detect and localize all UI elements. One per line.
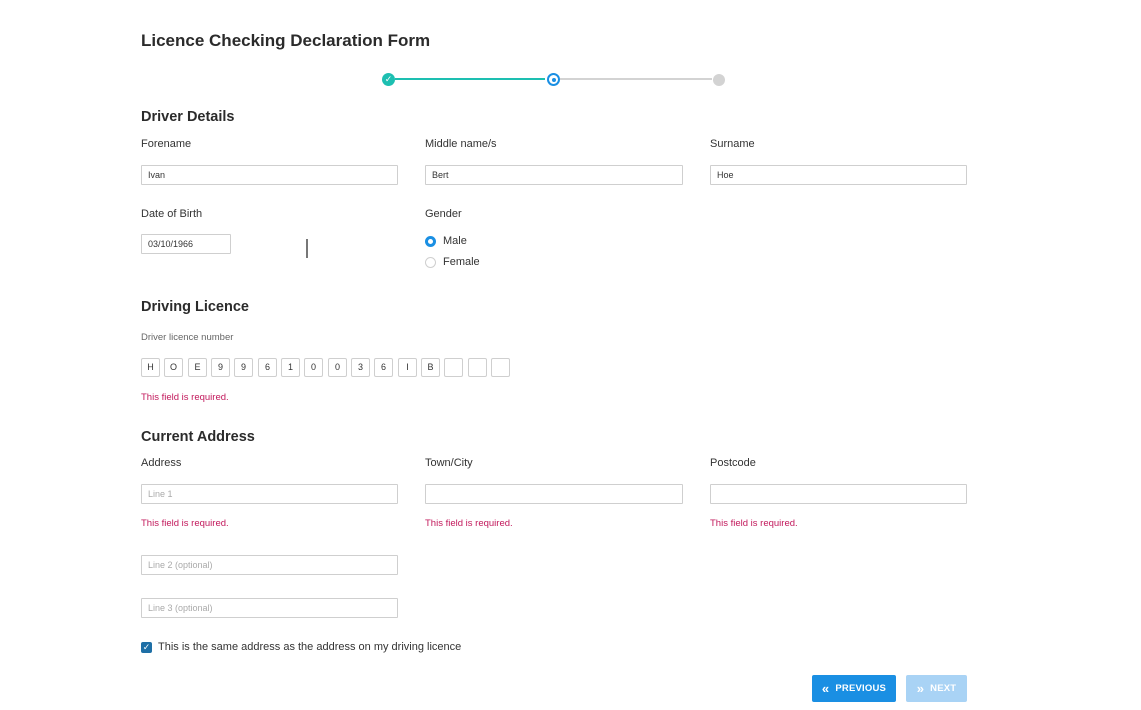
next-button[interactable]: » NEXT xyxy=(906,675,967,702)
licence-char-box[interactable]: 1 xyxy=(281,358,300,377)
double-chevron-left-icon: « xyxy=(821,681,830,696)
double-chevron-right-icon: » xyxy=(916,681,925,696)
licence-char-box[interactable]: 9 xyxy=(234,358,253,377)
licence-char-box[interactable]: 9 xyxy=(211,358,230,377)
address-label: Address xyxy=(141,457,182,469)
address-line3-input[interactable] xyxy=(141,598,398,618)
licence-char-box[interactable] xyxy=(468,358,487,377)
dob-input[interactable] xyxy=(141,234,231,254)
surname-input[interactable] xyxy=(710,165,967,185)
licence-char-box[interactable]: 6 xyxy=(374,358,393,377)
gender-female-radio[interactable] xyxy=(425,257,436,268)
licence-number-label: Driver licence number xyxy=(141,332,234,343)
licence-char-box[interactable]: H xyxy=(141,358,160,377)
dob-label: Date of Birth xyxy=(141,208,203,220)
town-city-error-message: This field is required. xyxy=(425,518,513,529)
licence-char-box[interactable] xyxy=(491,358,510,377)
licence-char-box[interactable]: 0 xyxy=(304,358,323,377)
dob-date-picker[interactable] xyxy=(141,234,308,258)
town-city-label: Town/City xyxy=(425,457,473,469)
next-button-label: NEXT xyxy=(930,683,957,694)
gender-male-label[interactable]: Male xyxy=(443,235,467,247)
middle-name-input[interactable] xyxy=(425,165,683,185)
postcode-error-message: This field is required. xyxy=(710,518,798,529)
licence-char-box[interactable] xyxy=(444,358,463,377)
forename-label: Forename xyxy=(141,138,192,150)
step-connector-complete xyxy=(395,78,545,80)
licence-char-box[interactable]: E xyxy=(188,358,207,377)
forename-input[interactable] xyxy=(141,165,398,185)
licence-char-box[interactable]: 3 xyxy=(351,358,370,377)
gender-male-radio[interactable] xyxy=(425,236,436,247)
licence-char-box[interactable]: B xyxy=(421,358,440,377)
address-error-message: This field is required. xyxy=(141,518,229,529)
address-line1-input[interactable] xyxy=(141,484,398,504)
same-address-label[interactable]: This is the same address as the address … xyxy=(158,641,461,653)
driving-licence-heading: Driving Licence xyxy=(141,299,249,315)
licence-char-box[interactable]: I xyxy=(398,358,417,377)
step-1-complete-icon: ✓ xyxy=(382,73,395,86)
middle-name-label: Middle name/s xyxy=(425,138,497,150)
gender-label: Gender xyxy=(425,208,462,220)
gender-female-label[interactable]: Female xyxy=(443,256,480,268)
calendar-icon[interactable] xyxy=(306,239,308,258)
step-2-current-indicator xyxy=(547,73,560,86)
postcode-input[interactable] xyxy=(710,484,967,504)
previous-button[interactable]: « PREVIOUS xyxy=(812,675,896,702)
licence-char-box[interactable]: O xyxy=(164,358,183,377)
step-connector-pending xyxy=(560,78,712,80)
licence-error-message: This field is required. xyxy=(141,392,229,403)
licence-char-box[interactable]: 0 xyxy=(328,358,347,377)
step-3-pending-indicator xyxy=(713,74,725,86)
same-address-checkbox[interactable]: ✓ xyxy=(141,642,152,653)
licence-char-box[interactable]: 6 xyxy=(258,358,277,377)
current-address-heading: Current Address xyxy=(141,429,255,445)
previous-button-label: PREVIOUS xyxy=(835,683,887,694)
surname-label: Surname xyxy=(710,138,755,150)
address-line2-input[interactable] xyxy=(141,555,398,575)
postcode-label: Postcode xyxy=(710,457,756,469)
town-city-input[interactable] xyxy=(425,484,683,504)
driver-details-heading: Driver Details xyxy=(141,109,235,125)
page-title: Licence Checking Declaration Form xyxy=(141,31,431,50)
